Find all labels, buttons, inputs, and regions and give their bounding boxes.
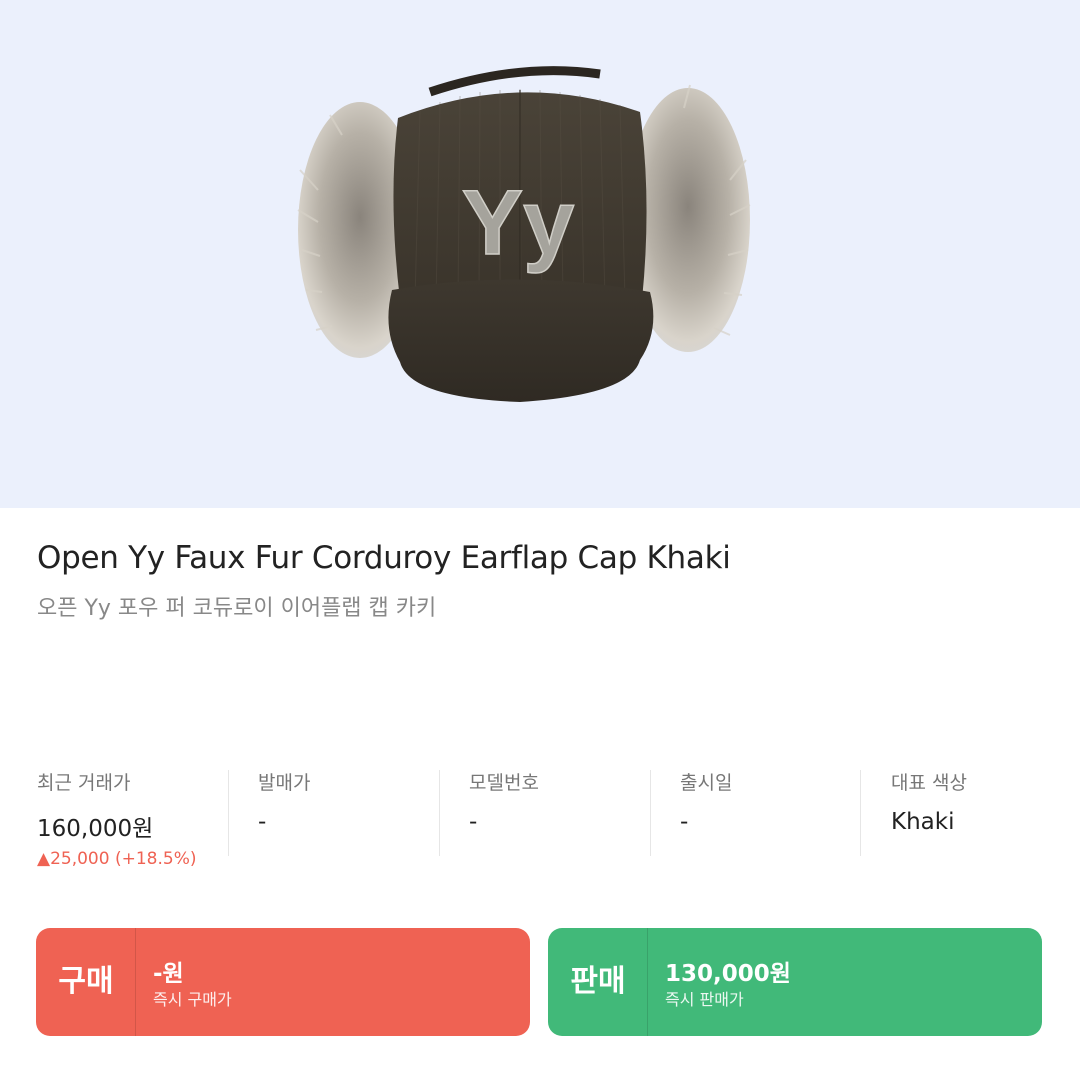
spec-value: - [258,809,267,835]
spec-label: 대표 색상 [891,772,967,794]
cap-brim [388,279,654,402]
divider [135,928,136,1036]
product-title: Open Yy Faux Fur Corduroy Earflap Cap Kh… [37,540,731,576]
sell-button[interactable]: 판매 130,000원 즉시 판매가 [548,928,1042,1036]
product-specs: 최근 거래가 160,000원 ▲25,000 (+18.5%) 발매가 - 모… [0,768,1080,869]
spec-recent-price: 최근 거래가 160,000원 ▲25,000 (+18.5%) [37,768,196,869]
product-image-area: Yy [0,0,1080,508]
spec-release-date: 출시일 - [680,768,732,856]
product-subtitle: 오픈 Yy 포우 퍼 코듀로이 이어플랩 캡 카키 [37,596,437,621]
buy-price: -원 [153,961,184,987]
sell-sublabel: 즉시 판매가 [665,990,744,1009]
spec-value: 160,000원 [37,816,154,842]
divider [650,770,651,856]
spec-value: - [680,809,689,835]
spec-label: 모델번호 [469,772,539,794]
sell-price: 130,000원 [665,961,791,987]
cap-logo: Yy [462,172,575,274]
spec-label: 출시일 [680,772,733,794]
spec-release-price: 발매가 - [258,768,310,856]
sell-label: 판매 [570,964,626,999]
spec-value: - [469,809,478,835]
buy-label: 구매 [58,964,114,999]
spec-color: 대표 색상 Khaki [891,768,967,856]
buy-button[interactable]: 구매 -원 즉시 구매가 [36,928,530,1036]
product-image: Yy [297,66,751,402]
divider [647,928,648,1036]
divider [860,770,861,856]
spec-label: 최근 거래가 [37,772,131,794]
buy-sublabel: 즉시 구매가 [153,990,232,1009]
price-change: ▲25,000 (+18.5%) [37,849,197,869]
divider [439,770,440,856]
spec-label: 발매가 [258,772,311,794]
divider [228,770,229,856]
spec-model-number: 모델번호 - [469,768,539,856]
spec-value: Khaki [891,809,955,835]
